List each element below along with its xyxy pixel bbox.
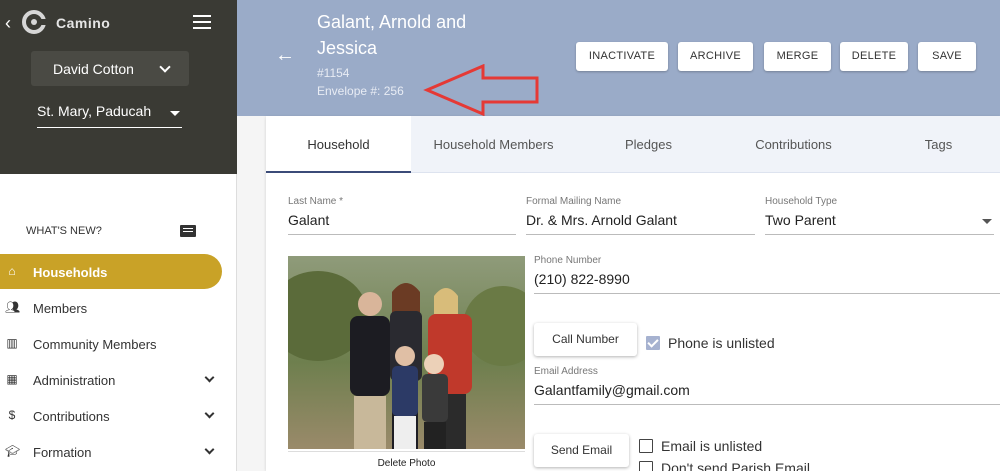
camino-logo-icon (22, 10, 46, 34)
dont-send-parish-email-label: Don't send Parish Email (661, 460, 810, 471)
building-icon: ▥ (6, 336, 18, 350)
annotation-arrow-icon (423, 64, 539, 116)
envelope-number: Envelope #: 256 (317, 84, 404, 98)
sidebar-item-label: Households (33, 265, 108, 280)
sidebar-item-label: Administration (33, 373, 116, 388)
home-icon: ⌂ (8, 264, 16, 278)
email-unlisted-label: Email is unlisted (661, 438, 763, 454)
sidebar-item-label: Contributions (33, 409, 110, 424)
last-name-label: Last Name * (288, 196, 344, 207)
save-button[interactable]: SAVE (918, 42, 976, 71)
phone-number-field[interactable]: Phone Number (210) 822-8990 (534, 255, 1000, 294)
phone-number-input[interactable]: (210) 822-8990 (534, 271, 1000, 294)
send-email-button[interactable]: Send Email (534, 434, 629, 467)
formal-mailing-name-label: Formal Mailing Name (526, 196, 622, 207)
tab-pledges[interactable]: Pledges (576, 116, 721, 173)
sidebar-item-households[interactable]: ⌂ Households (0, 254, 222, 289)
formal-mailing-name-input[interactable]: Dr. & Mrs. Arnold Galant (526, 212, 755, 235)
people-icon: 👥︎ (5, 300, 21, 314)
caret-down-icon (170, 111, 180, 116)
tab-tags[interactable]: Tags (866, 116, 1000, 173)
page-title: Galant, Arnold and Jessica (317, 12, 467, 58)
tab-contributions[interactable]: Contributions (721, 116, 866, 173)
sidebar-item-label: Formation (33, 445, 92, 460)
parish-value: St. Mary, Paducah (37, 103, 152, 119)
chevron-down-icon (204, 408, 215, 419)
caret-down-icon (982, 219, 992, 224)
chevron-down-icon (204, 444, 215, 455)
chevron-down-icon (204, 372, 215, 383)
tab-household[interactable]: Household (266, 116, 411, 173)
page-header: ← Galant, Arnold and Jessica #1154 Envel… (237, 0, 1000, 116)
household-type-field[interactable]: Household Type Two Parent (765, 196, 994, 235)
menu-icon[interactable] (193, 15, 211, 29)
inactivate-button[interactable]: INACTIVATE (576, 42, 668, 71)
last-name-input[interactable]: Galant (288, 212, 516, 235)
user-menu-button[interactable]: David Cotton (31, 51, 189, 86)
sidebar-header: ‹ Camino David Cotton St. Mary, Paducah (0, 0, 237, 174)
chevron-down-icon (159, 61, 171, 73)
sidebar-item-administration[interactable]: ▦ Administration (0, 362, 222, 397)
household-card: Household Household Members Pledges Cont… (266, 116, 1000, 471)
dont-send-parish-email-checkbox[interactable] (639, 461, 653, 471)
call-number-button[interactable]: Call Number (534, 323, 637, 356)
grid-icon: ▦ (6, 372, 18, 386)
email-unlisted-checkbox[interactable] (639, 439, 653, 453)
delete-photo-button[interactable]: Delete Photo (288, 451, 525, 471)
formal-mailing-name-field[interactable]: Formal Mailing Name Dr. & Mrs. Arnold Ga… (526, 196, 755, 235)
phone-number-label: Phone Number (534, 255, 602, 266)
sidebar-item-community-members[interactable]: ▥ Community Members (0, 326, 222, 361)
email-address-label: Email Address (534, 366, 598, 377)
delete-button[interactable]: DELETE (840, 42, 908, 71)
sidebar-item-label: Members (33, 301, 88, 316)
collapse-chevron-icon[interactable]: ‹ (5, 13, 11, 34)
back-arrow-icon[interactable]: ← (275, 44, 295, 67)
school-icon: 🎓︎ (5, 444, 21, 458)
household-number: #1154 (317, 66, 350, 80)
email-address-input[interactable]: Galantfamily@gmail.com (534, 382, 1000, 405)
sidebar-item-members[interactable]: 👥︎ Members (0, 290, 222, 325)
tab-bar: Household Household Members Pledges Cont… (266, 116, 1000, 173)
merge-button[interactable]: MERGE (764, 42, 831, 71)
news-icon[interactable] (180, 225, 196, 237)
app-name: Camino (56, 15, 111, 31)
sidebar: ‹ Camino David Cotton St. Mary, Paducah … (0, 0, 237, 471)
sidebar-item-formation[interactable]: 🎓︎ Formation (0, 434, 222, 469)
household-type-label: Household Type (765, 196, 838, 207)
archive-button[interactable]: ARCHIVE (678, 42, 753, 71)
household-photo (288, 256, 525, 449)
tab-household-members[interactable]: Household Members (411, 116, 576, 173)
whats-new-link[interactable]: WHAT'S NEW? (26, 225, 102, 237)
last-name-field[interactable]: Last Name * Galant (288, 196, 516, 235)
sidebar-item-contributions[interactable]: $ Contributions (0, 398, 222, 433)
phone-unlisted-label: Phone is unlisted (668, 335, 775, 351)
email-address-field[interactable]: Email Address Galantfamily@gmail.com (534, 366, 1000, 405)
user-name: David Cotton (53, 61, 134, 77)
phone-unlisted-checkbox[interactable] (646, 336, 660, 350)
sidebar-item-label: Community Members (33, 337, 157, 352)
parish-select[interactable]: St. Mary, Paducah (37, 103, 182, 128)
household-type-select[interactable]: Two Parent (765, 212, 994, 235)
dollar-icon: $ (8, 408, 16, 422)
